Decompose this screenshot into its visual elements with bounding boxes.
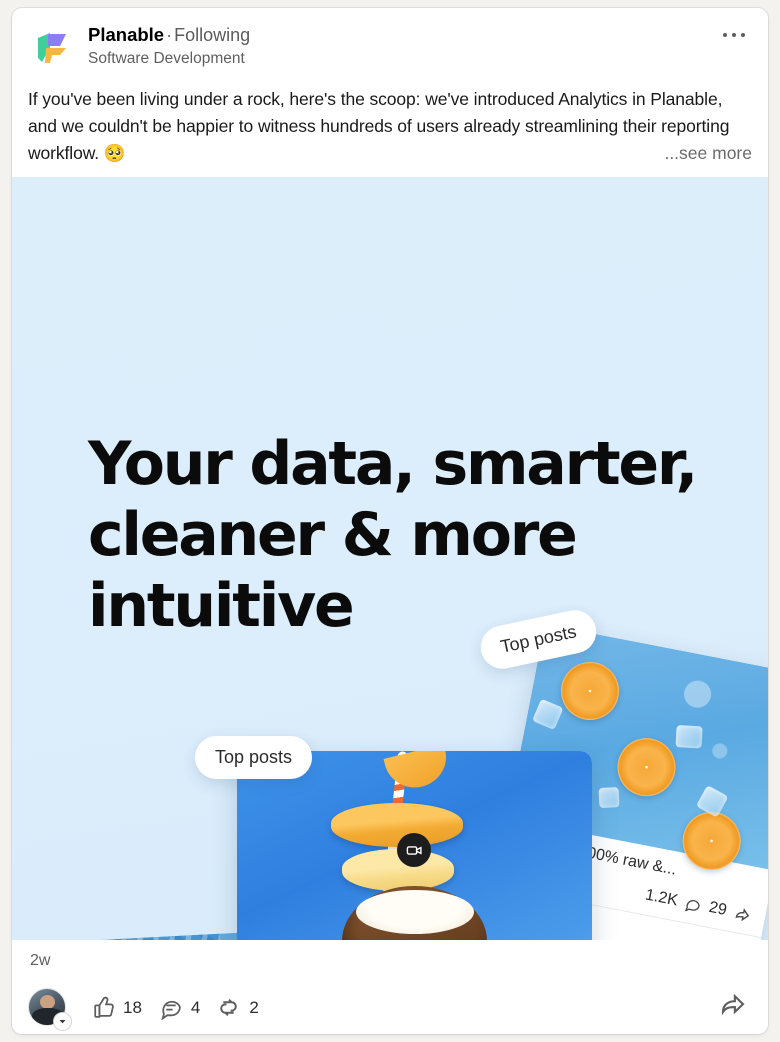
ice-cube [532, 698, 564, 731]
ice-cube [675, 725, 703, 749]
primary-post-card[interactable]: Five new recipes for your summer fav... … [237, 751, 592, 940]
following-label: Following [174, 25, 251, 45]
dot-1 [723, 33, 727, 37]
orange-slice [556, 657, 625, 726]
comment-button[interactable]: 4 [154, 991, 212, 1024]
send-button[interactable] [714, 986, 752, 1029]
post-timestamp: 2w [30, 952, 51, 969]
coconut-drink-photo [237, 751, 592, 940]
dot-3 [741, 33, 745, 37]
author-subtitle: Software Development [88, 50, 245, 67]
ice-cube [598, 787, 620, 809]
secondary-comment-count: 1.2K [643, 886, 680, 910]
author-name[interactable]: Planable [88, 24, 164, 45]
post-creative-image[interactable]: Your data, smarter, cleaner & more intui… [12, 177, 768, 940]
orange-slice [612, 733, 681, 802]
user-avatar[interactable] [28, 987, 71, 1030]
dot-2 [732, 33, 736, 37]
comment-icon [684, 900, 700, 913]
planable-logo-icon[interactable] [28, 22, 78, 72]
more-options-icon[interactable] [714, 20, 754, 50]
post-footer: 2w 18 4 2 [12, 940, 768, 1034]
secondary-share-count: 29 [707, 898, 729, 919]
post-header: Planable · Following Software Development [12, 8, 768, 78]
linkedin-post-card: Planable · Following Software Development … [12, 8, 768, 1034]
like-count: 18 [123, 997, 142, 1017]
pool-water [12, 932, 253, 940]
author-line: Planable · Following [88, 24, 250, 46]
coconut [342, 886, 487, 940]
repost-count: 2 [249, 997, 259, 1017]
pineapple-photo [12, 932, 253, 940]
send-icon [721, 993, 745, 1016]
share-icon [735, 907, 750, 921]
see-more-link[interactable]: ...see more [658, 140, 752, 167]
creative-headline: Your data, smarter, cleaner & more intui… [88, 429, 698, 641]
chevron-down-icon[interactable] [54, 1012, 71, 1030]
repost-button[interactable]: 2 [212, 991, 270, 1024]
comment-count: 4 [190, 997, 201, 1017]
post-text: If you've been living under a rock, here… [28, 89, 730, 163]
separator-dot: · [166, 25, 173, 45]
repost-icon [220, 998, 238, 1017]
top-posts-badge-left: Top posts [195, 736, 313, 779]
post-body: If you've been living under a rock, here… [12, 78, 768, 177]
thumbs-up-icon [94, 996, 114, 1018]
post-author-block: Planable · Following Software Development [88, 22, 250, 69]
video-camera-icon[interactable] [397, 833, 431, 867]
orange-slice [331, 803, 463, 847]
comment-icon [161, 1000, 181, 1020]
like-button[interactable]: 18 [86, 991, 154, 1024]
coconut-flesh [356, 890, 474, 934]
post-action-bar: 18 4 2 [28, 972, 752, 1030]
